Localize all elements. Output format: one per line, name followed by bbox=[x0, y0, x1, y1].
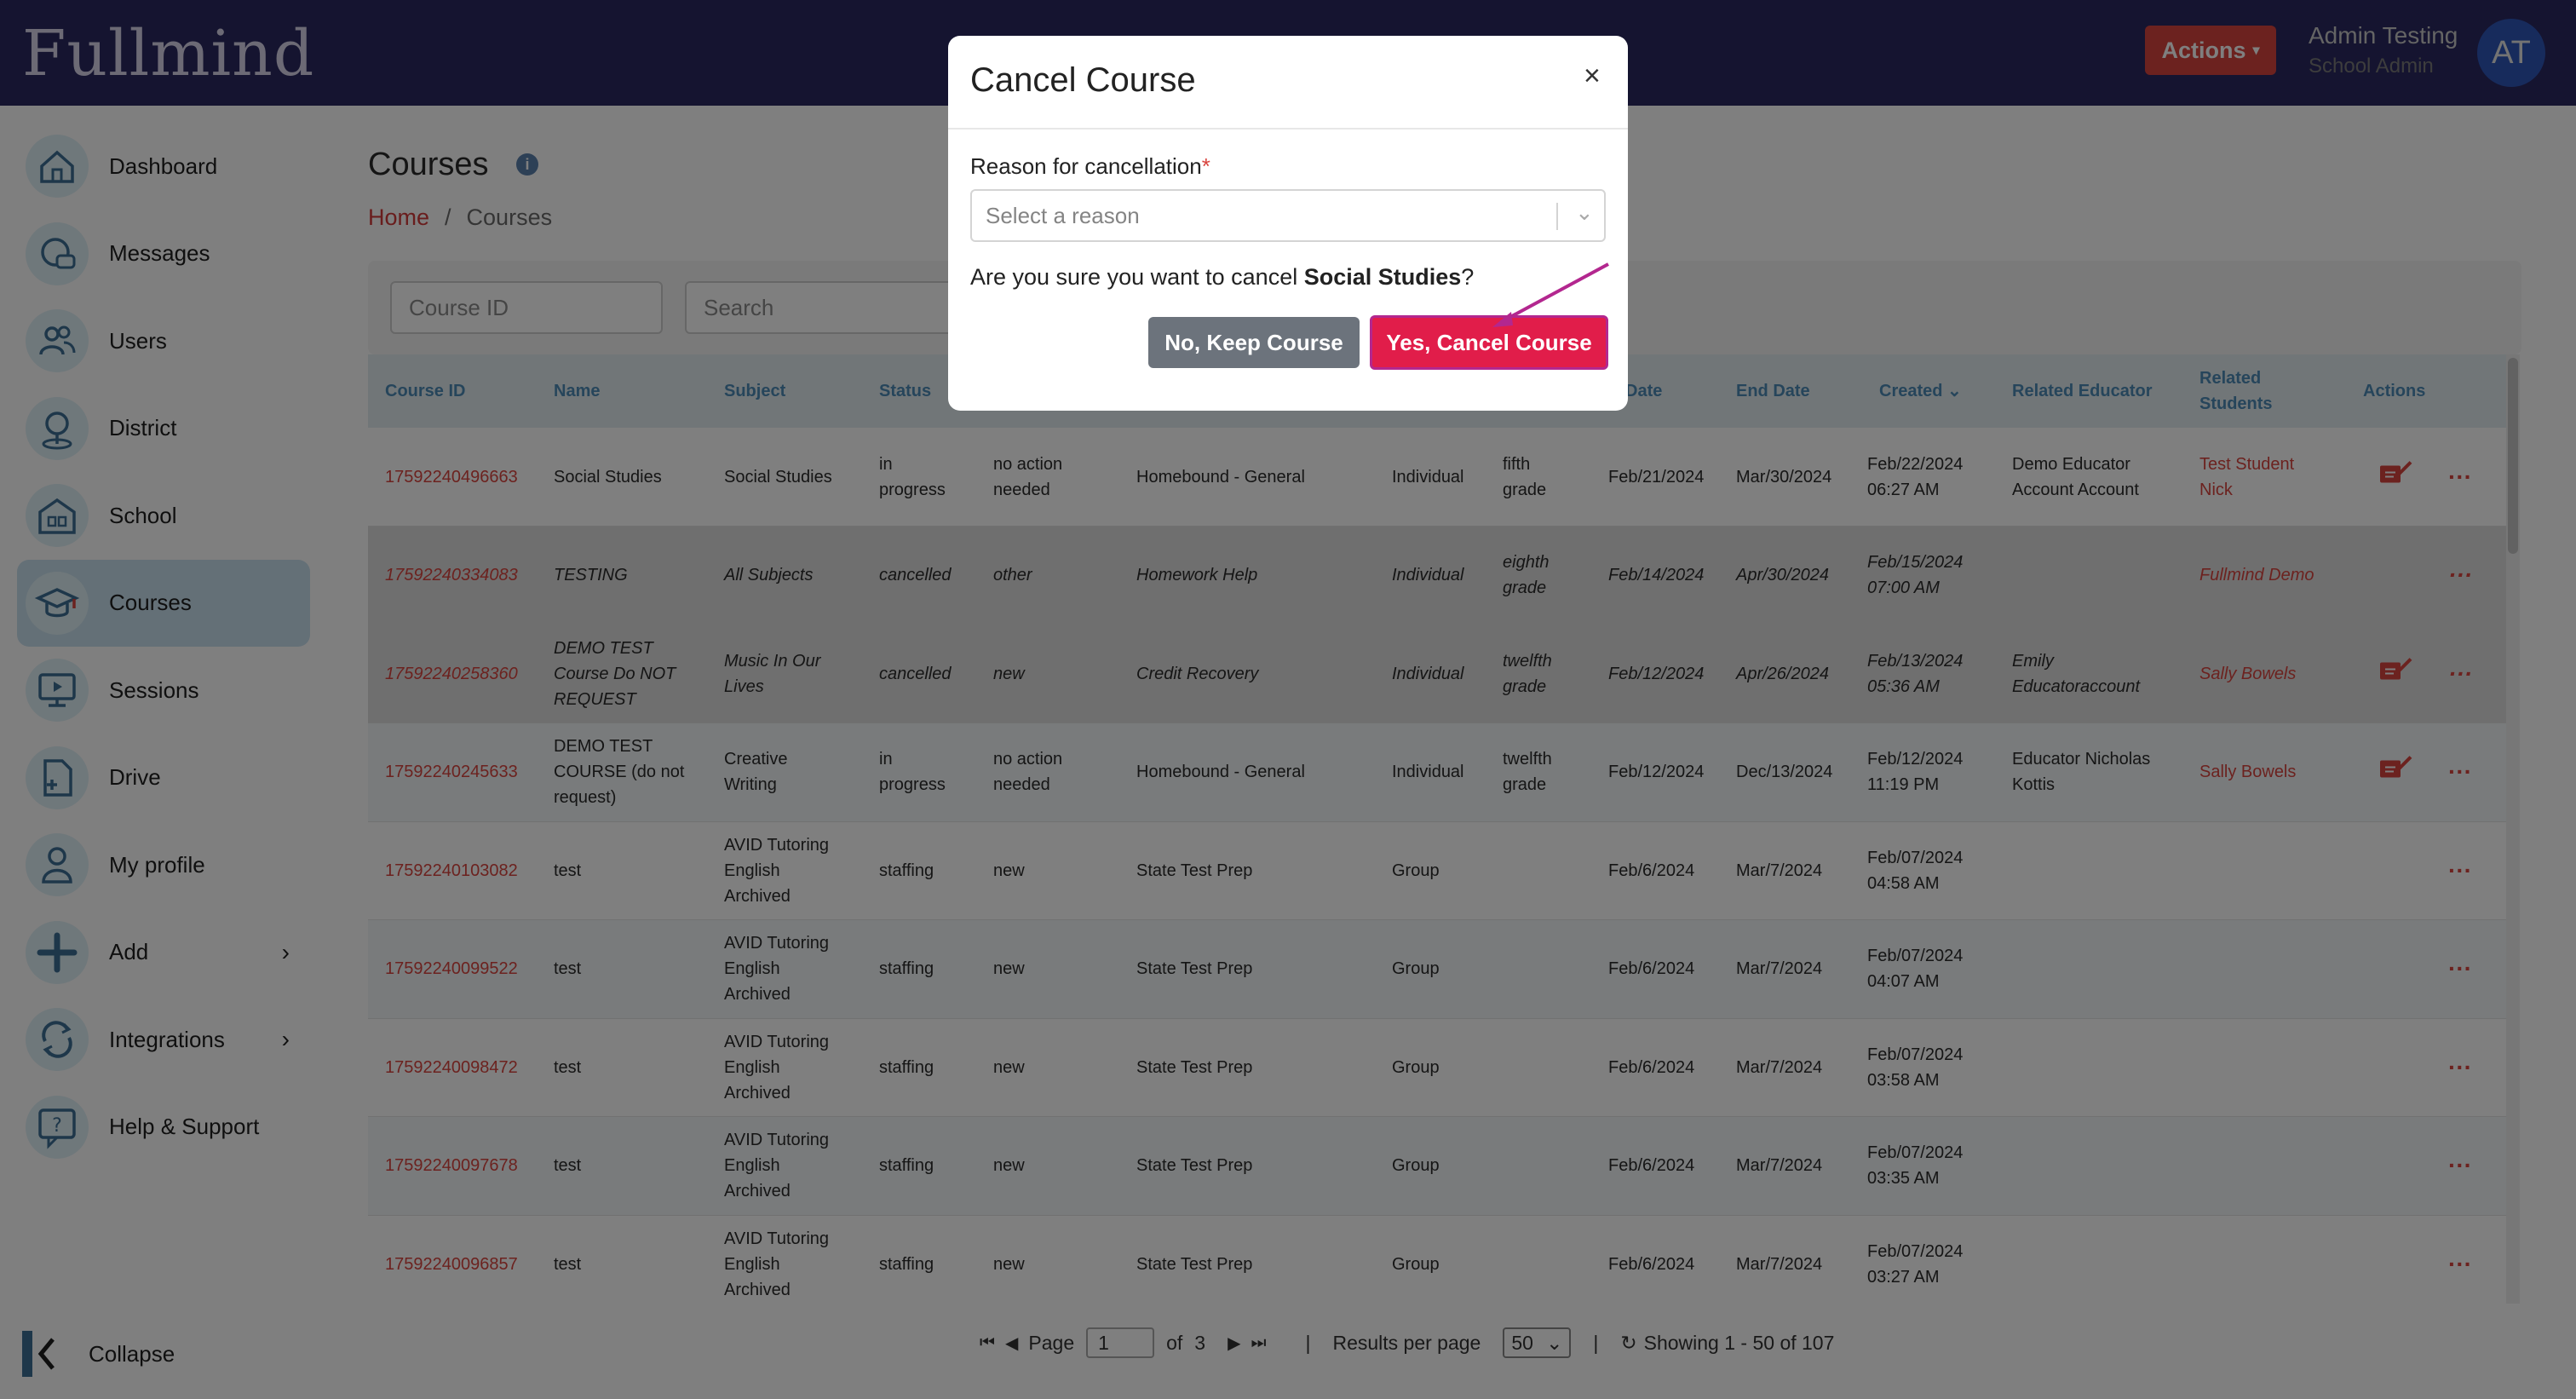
confirm-course-name: Social Studies bbox=[1303, 264, 1462, 290]
reason-label: Reason for cancellation* bbox=[970, 153, 1210, 180]
confirm-message: Are you sure you want to cancel Social S… bbox=[970, 264, 1474, 291]
close-icon[interactable]: × bbox=[1584, 60, 1601, 93]
reason-select[interactable]: Select a reason ⌄ bbox=[970, 189, 1606, 242]
annotation-arrow-icon bbox=[1492, 262, 1609, 327]
reason-placeholder: Select a reason bbox=[986, 203, 1140, 228]
modal-title: Cancel Course bbox=[970, 61, 1196, 99]
modal-divider bbox=[948, 128, 1628, 130]
confirm-suffix: ? bbox=[1461, 264, 1475, 290]
confirm-prefix: Are you sure you want to cancel bbox=[970, 264, 1304, 290]
keep-course-button[interactable]: No, Keep Course bbox=[1148, 317, 1360, 368]
required-asterisk: * bbox=[1201, 153, 1210, 179]
chevron-down-icon[interactable]: ⌄ bbox=[1575, 199, 1594, 226]
select-separator bbox=[1556, 203, 1558, 230]
reason-label-text: Reason for cancellation bbox=[970, 153, 1202, 179]
cancel-course-modal: Cancel Course × Reason for cancellation*… bbox=[948, 36, 1628, 411]
